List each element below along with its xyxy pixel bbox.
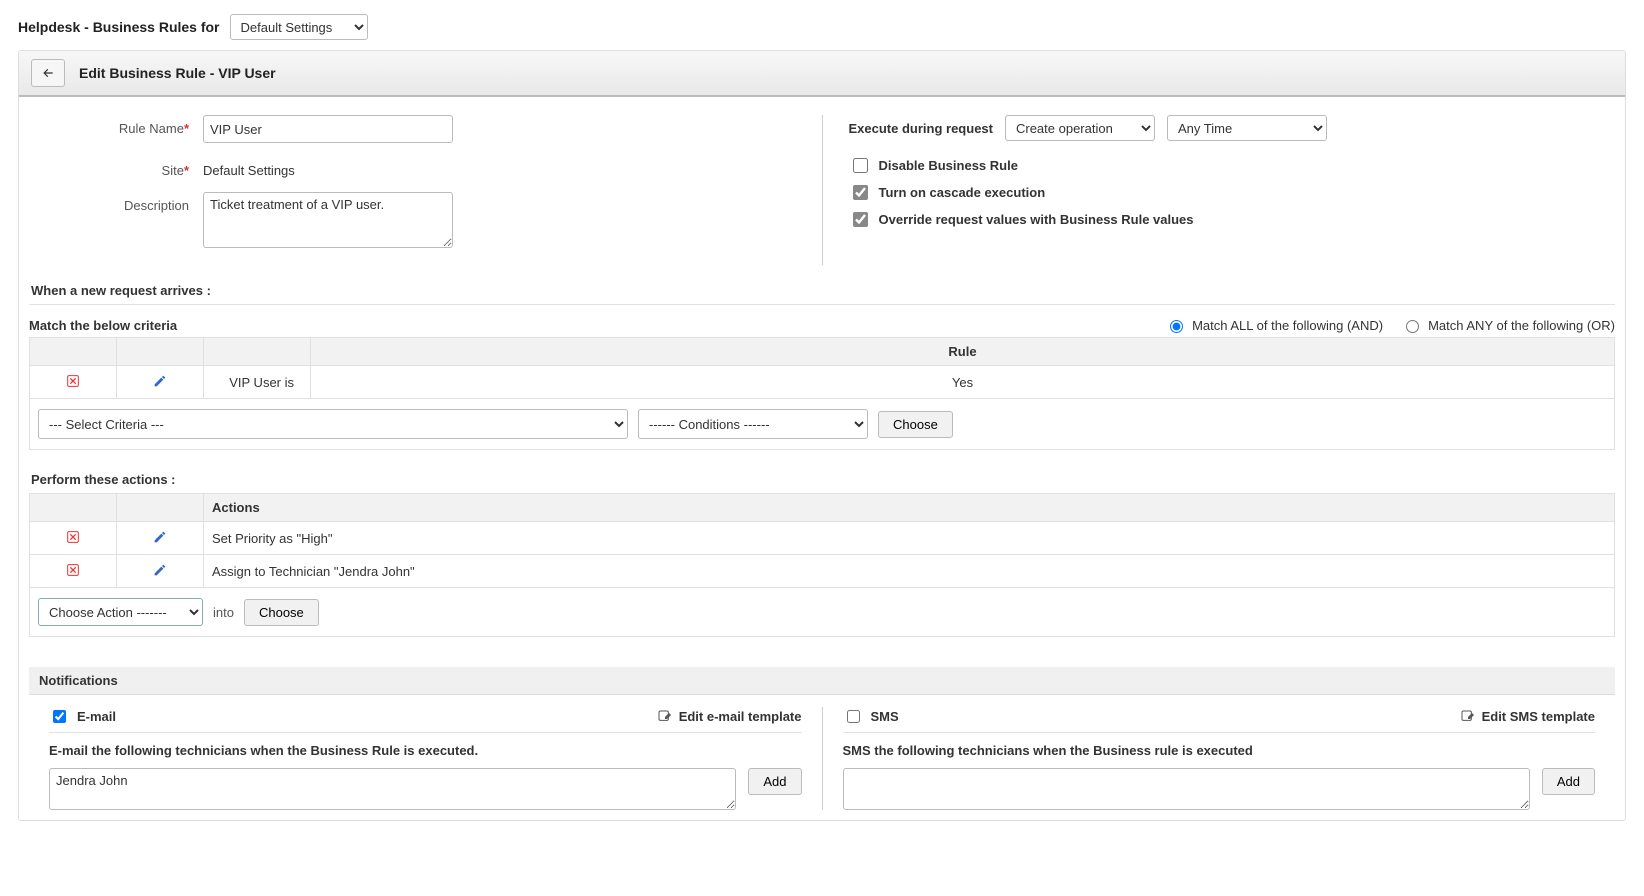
cascade-label: Turn on cascade execution [879, 185, 1046, 200]
required-star: * [184, 163, 189, 178]
disable-rule-checkbox[interactable] [853, 158, 868, 173]
action-text: Assign to Technician "Jendra John" [204, 555, 1615, 588]
email-toggle-row[interactable]: E-mail [49, 707, 116, 726]
match-any-radio[interactable] [1406, 320, 1419, 333]
description-textarea[interactable]: Ticket treatment of a VIP user. [203, 192, 453, 248]
criteria-col-rule: Rule [311, 338, 1615, 366]
delete-criteria-button[interactable] [63, 372, 83, 390]
criteria-add-bar: --- Select Criteria --- ------ Condition… [29, 399, 1615, 450]
edit-action-button[interactable] [150, 561, 170, 579]
panel-title: Edit Business Rule - VIP User [79, 65, 276, 81]
override-label: Override request values with Business Ru… [879, 212, 1194, 227]
required-star: * [184, 121, 189, 136]
override-checkbox[interactable] [853, 212, 868, 227]
criteria-row: VIP User is Yes [30, 366, 1615, 399]
action-text: Set Priority as "High" [204, 522, 1615, 555]
select-conditions-dropdown[interactable]: ------ Conditions ------ [638, 409, 868, 439]
criteria-col-delete [30, 338, 117, 366]
criteria-table: Rule [29, 337, 1615, 399]
site-label: Site [162, 163, 184, 178]
criteria-choose-button[interactable]: Choose [878, 411, 953, 438]
actions-add-bar: Choose Action ------- into Choose [29, 588, 1615, 637]
disable-rule-label: Disable Business Rule [879, 158, 1018, 173]
actions-col-delete [30, 494, 117, 522]
match-criteria-label: Match the below criteria [29, 318, 177, 333]
execute-operation-select[interactable]: Create operation [1005, 115, 1155, 141]
sms-technicians-textarea[interactable] [843, 768, 1530, 810]
delete-action-button[interactable] [63, 528, 83, 546]
request-arrives-label: When a new request arrives : [31, 283, 1615, 298]
back-button[interactable] [31, 59, 65, 87]
site-value: Default Settings [203, 157, 295, 178]
execute-time-select[interactable]: Any Time [1167, 115, 1327, 141]
actions-table: Actions [29, 493, 1615, 588]
edit-template-icon [1460, 709, 1476, 725]
override-row[interactable]: Override request values with Business Ru… [849, 209, 1596, 230]
criteria-col-edit [117, 338, 204, 366]
match-any-option[interactable]: Match ANY of the following (OR) [1401, 317, 1615, 333]
edit-icon [152, 562, 168, 578]
edit-email-template-label: Edit e-mail template [679, 709, 802, 724]
edit-icon [152, 529, 168, 545]
match-all-label: Match ALL of the following (AND) [1192, 318, 1383, 333]
sms-checkbox[interactable] [847, 710, 860, 723]
sms-sub-label: SMS the following technicians when the B… [843, 743, 1596, 758]
rule-name-label: Rule Name [119, 121, 184, 136]
match-any-label: Match ANY of the following (OR) [1428, 318, 1615, 333]
match-all-radio[interactable] [1170, 320, 1183, 333]
delete-action-button[interactable] [63, 561, 83, 579]
edit-criteria-button[interactable] [150, 372, 170, 390]
site-select[interactable]: Default Settings [230, 14, 368, 40]
edit-email-template-link[interactable]: Edit e-mail template [657, 709, 802, 725]
into-label: into [213, 605, 234, 620]
disable-rule-row[interactable]: Disable Business Rule [849, 155, 1596, 176]
action-row: Set Priority as "High" [30, 522, 1615, 555]
email-sub-label: E-mail the following technicians when th… [49, 743, 802, 758]
criteria-value: Yes [311, 366, 1615, 399]
action-choose-button[interactable]: Choose [244, 599, 319, 626]
notifications-header: Notifications [29, 667, 1615, 695]
edit-sms-template-link[interactable]: Edit SMS template [1460, 709, 1595, 725]
execute-during-label: Execute during request [849, 121, 993, 136]
criteria-field: VIP User is [204, 366, 311, 399]
actions-col-edit [117, 494, 204, 522]
edit-template-icon [657, 709, 673, 725]
action-row: Assign to Technician "Jendra John" [30, 555, 1615, 588]
vertical-divider [822, 115, 823, 265]
match-all-option[interactable]: Match ALL of the following (AND) [1165, 317, 1383, 333]
choose-action-dropdown[interactable]: Choose Action ------- [38, 598, 203, 626]
select-criteria-dropdown[interactable]: --- Select Criteria --- [38, 409, 628, 439]
actions-col-header: Actions [204, 494, 1615, 522]
cascade-row[interactable]: Turn on cascade execution [849, 182, 1596, 203]
edit-sms-template-label: Edit SMS template [1482, 709, 1595, 724]
cascade-checkbox[interactable] [853, 185, 868, 200]
delete-icon [65, 529, 81, 545]
email-checkbox[interactable] [53, 710, 66, 723]
actions-label: Perform these actions : [31, 472, 1615, 487]
description-label: Description [124, 198, 189, 213]
delete-icon [65, 562, 81, 578]
sms-add-button[interactable]: Add [1542, 768, 1595, 795]
criteria-col-blank [204, 338, 311, 366]
page-breadcrumb: Helpdesk - Business Rules for [18, 19, 220, 35]
email-label: E-mail [77, 709, 116, 724]
rule-name-input[interactable] [203, 115, 453, 143]
sms-label: SMS [871, 709, 899, 724]
arrow-left-icon [40, 66, 56, 80]
email-technicians-textarea[interactable]: Jendra John [49, 768, 736, 810]
edit-icon [152, 373, 168, 389]
divider [29, 304, 1615, 305]
delete-icon [65, 373, 81, 389]
sms-toggle-row[interactable]: SMS [843, 707, 899, 726]
email-add-button[interactable]: Add [748, 768, 801, 795]
edit-action-button[interactable] [150, 528, 170, 546]
